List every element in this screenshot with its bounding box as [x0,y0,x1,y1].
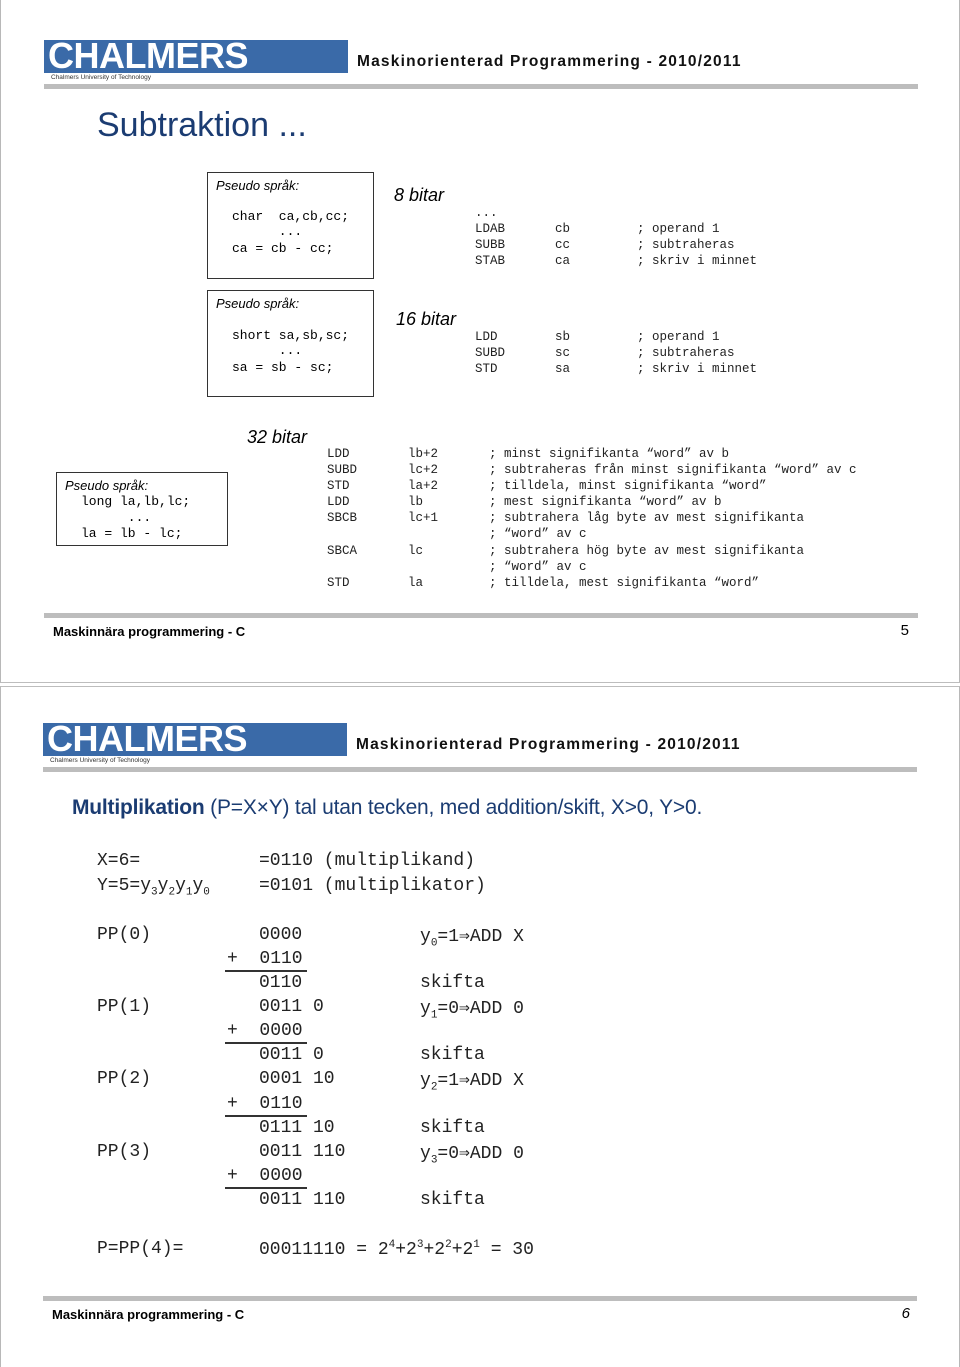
logo-subtitle: Chalmers University of Technology [50,757,150,764]
step-note: y1=0⇒ADD 0 [420,999,524,1022]
footer-course: Maskinnära programmering - C [52,1307,245,1322]
course-title: Maskinorienterad Programmering - 2010/20… [357,53,742,70]
y-value: =0101 (multiplikator) [259,876,486,896]
asm-block-32bit: LDD lb+2; minst signifikanta “word” av b … [327,447,857,590]
pseudo-box-32bit: Pseudo språk: long la,lb,lc; ... la = lb… [56,472,228,546]
pseudo-line: sa = sb - sc; [232,360,334,375]
footer-divider [43,1296,917,1301]
chalmers-logo: CHALMERS Chalmers University of Technolo… [44,35,348,81]
step-value: + 0000 [227,1166,303,1186]
step-note: y3=0⇒ADD 0 [420,1144,524,1167]
pseudo-box-8bit: Pseudo språk: char ca,cb,cc; ... ca = cb… [207,172,374,279]
slide-title: Multiplikation (P=X×Y) tal utan tecken, … [72,796,702,820]
pseudo-line: char ca,cb,cc; [232,209,350,224]
pseudo-label: Pseudo språk: [65,478,149,493]
sum-underline [225,970,307,972]
step-value: 0001 10 [259,1069,335,1089]
logo-text: CHALMERS [48,35,249,76]
step-value: + 0110 [227,949,303,969]
result-expression: 00011110 = 24+23+22+21 = 30 [259,1239,534,1260]
slide-5: CHALMERS Chalmers University of Technolo… [0,0,960,683]
step-value: + 0000 [227,1021,303,1041]
title-bold: Multiplikation [72,796,205,819]
step-note: skifta [420,973,485,993]
pseudo-label: Pseudo språk: [216,296,300,311]
x-label: X=6= [97,851,141,871]
step-label: PP(1) [97,997,152,1017]
step-value: + 0110 [227,1094,303,1114]
step-value: 0011 0 [259,1045,324,1065]
step-value: 0011 110 [259,1142,346,1162]
pseudo-line: ... [232,224,303,239]
x-value: =0110 (multiplikand) [259,851,476,871]
bits-label: 8 bitar [394,185,445,205]
slide-title: Subtraktion ... [97,106,307,144]
step-value: 0011 110 [259,1190,346,1210]
sum-underline [225,1115,307,1117]
title-rest: (P=X×Y) tal utan tecken, med addition/sk… [204,796,703,819]
pseudo-line: ... [232,343,303,358]
sum-underline [225,1042,307,1044]
step-value: 0011 0 [259,997,324,1017]
step-value: 0111 10 [259,1118,335,1138]
step-value: 0000 [259,925,303,945]
bits-label: 32 bitar [247,427,308,447]
pseudo-line: la = lb - lc; [81,526,183,541]
header-divider [43,767,917,772]
step-note: y2=1⇒ADD X [420,1071,524,1094]
page-number: 5 [900,622,909,639]
pseudo-line: ca = cb - cc; [232,241,334,256]
bits-label: 16 bitar [396,309,457,329]
step-value: 0110 [259,973,303,993]
logo-subtitle: Chalmers University of Technology [51,74,151,81]
logo-text: CHALMERS [47,718,248,759]
result-label: P=PP(4)= [97,1239,184,1259]
step-label: PP(0) [97,925,152,945]
step-note: skifta [420,1045,485,1065]
y-label: Y=5=y3y2y1y0 [97,876,210,899]
footer-course: Maskinnära programmering - C [53,624,246,639]
step-label: PP(3) [97,1142,152,1162]
pseudo-box-16bit: Pseudo språk: short sa,sb,sc; ... sa = s… [207,290,374,397]
course-title: Maskinorienterad Programmering - 2010/20… [356,736,741,753]
pseudo-line: long la,lb,lc; [81,494,191,509]
step-note: skifta [420,1190,485,1210]
asm-block-16bit: LDD sb; operand 1 SUBD sc; subtraheras STD… [475,330,758,376]
pseudo-line: short sa,sb,sc; [232,328,350,343]
header-divider [44,84,918,89]
step-note: skifta [420,1118,485,1138]
slide-6 [0,686,960,1367]
pseudo-line: ... [81,510,152,525]
chalmers-logo: CHALMERS Chalmers University of Technolo… [43,718,347,764]
step-note: y0=1⇒ADD X [420,927,524,950]
asm-block-8bit: ... LDAB cb; operand 1 SUBB cc; subtrahera… [475,206,758,268]
step-label: PP(2) [97,1069,152,1089]
sum-underline [225,1187,307,1189]
page-number: 6 [901,1305,910,1322]
pseudo-label: Pseudo språk: [216,178,300,193]
footer-divider [44,613,918,618]
